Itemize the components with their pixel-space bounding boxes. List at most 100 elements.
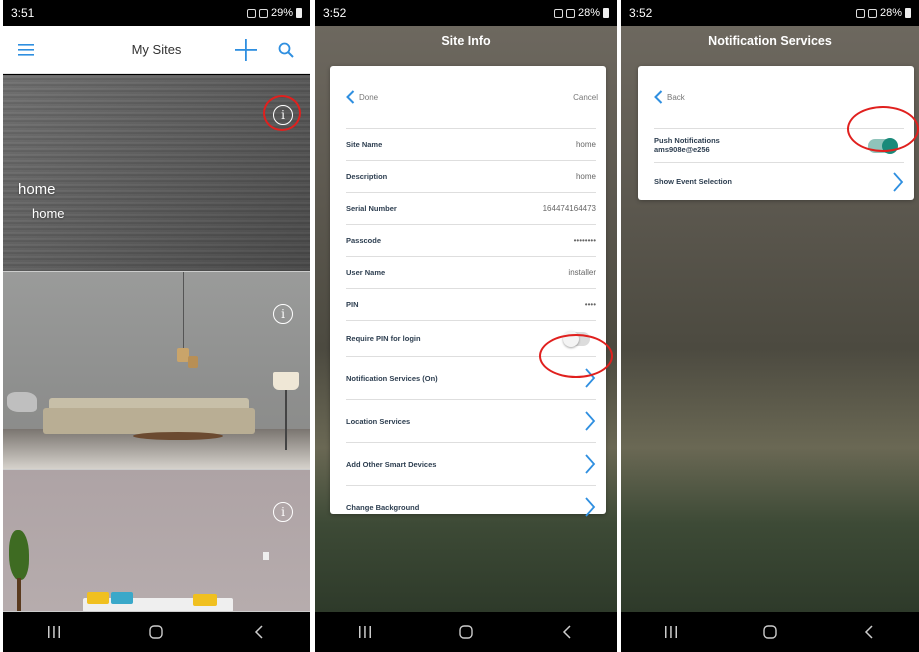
link-label: Change Background <box>346 502 420 512</box>
chevron-right-icon <box>585 411 596 431</box>
status-icons: 29% <box>246 7 302 19</box>
info-icon[interactable]: i <box>273 502 293 522</box>
floor-lamp-stand <box>285 390 287 450</box>
status-bar: 3:51 29% <box>3 0 310 26</box>
plant-image <box>7 392 37 412</box>
chevron-right-icon <box>585 454 596 474</box>
page-title: Notification Services <box>708 34 832 48</box>
add-smart-devices-link[interactable]: Add Other Smart Devices <box>346 442 596 485</box>
battery-icon <box>296 8 302 18</box>
back-button[interactable]: Back <box>654 90 685 104</box>
sofa-seat-image <box>43 408 255 434</box>
back-label: Back <box>667 92 685 102</box>
status-time: 3:52 <box>629 6 653 20</box>
android-nav-bar <box>621 612 919 652</box>
field-value: 164474164473 <box>542 204 596 213</box>
plus-icon[interactable] <box>233 37 259 63</box>
signal-icon <box>258 8 268 18</box>
status-time: 3:51 <box>11 6 35 20</box>
panel-header: Done Cancel <box>330 66 606 128</box>
field-label: Description <box>346 172 388 181</box>
cushion-image <box>111 592 133 604</box>
chevron-left-icon <box>346 90 355 104</box>
search-icon[interactable] <box>273 37 299 63</box>
battery-icon <box>905 8 911 18</box>
field-label: User Name <box>346 268 386 277</box>
battery-percent: 28% <box>577 7 600 19</box>
back-icon[interactable] <box>849 617 889 647</box>
site-card[interactable]: i <box>3 272 310 470</box>
site-name: home <box>18 181 56 198</box>
battery-icon <box>603 8 609 18</box>
battery-percent: 29% <box>270 7 293 19</box>
field-value: home <box>575 140 596 149</box>
location-services-link[interactable]: Location Services <box>346 399 596 442</box>
alarm-icon <box>553 8 563 18</box>
info-icon[interactable]: i <box>273 304 293 324</box>
back-icon[interactable] <box>547 617 587 647</box>
recent-apps-icon[interactable] <box>345 617 385 647</box>
recent-apps-icon[interactable] <box>651 617 691 647</box>
field-value: •••• <box>584 300 596 309</box>
site-info-panel: Done Cancel Site Name home Description hom… <box>330 66 606 517</box>
app-bar: My Sites <box>3 26 310 74</box>
site-description: home <box>32 206 65 221</box>
android-nav-bar <box>315 612 617 652</box>
floor-lamp-image <box>273 372 299 390</box>
field-label: PIN <box>346 300 359 309</box>
page-title: Site Info <box>441 34 491 48</box>
home-icon[interactable] <box>136 617 176 647</box>
tree-image <box>9 530 29 580</box>
home-icon[interactable] <box>750 617 790 647</box>
back-icon[interactable] <box>239 617 279 647</box>
wall-lamp-image <box>263 552 269 560</box>
coffee-table-image <box>133 432 223 440</box>
chevron-left-icon <box>654 90 663 104</box>
tree-trunk-image <box>17 578 21 611</box>
annotation-circle <box>539 334 613 378</box>
change-background-link[interactable]: Change Background <box>346 485 596 528</box>
site-info-screen: 3:52 28% Site Info Done Cancel Site Name… <box>315 0 617 652</box>
status-time: 3:52 <box>323 6 347 20</box>
site-card[interactable]: home home i <box>3 75 310 272</box>
annotation-circle <box>263 95 301 131</box>
signal-icon <box>867 8 877 18</box>
field-site-name[interactable]: Site Name home <box>346 128 596 160</box>
alarm-icon <box>246 8 256 18</box>
cancel-button[interactable]: Cancel <box>573 93 598 102</box>
status-icons: 28% <box>553 7 609 19</box>
field-label: Passcode <box>346 236 382 245</box>
field-label: Site Name <box>346 140 383 149</box>
field-value: installer <box>568 268 596 277</box>
notification-services-screen: 3:52 28% Notification Services Back Push… <box>621 0 919 652</box>
done-button[interactable]: Done <box>346 90 378 104</box>
cushion-image <box>87 592 109 604</box>
annotation-circle <box>847 106 919 152</box>
site-card[interactable]: i <box>3 470 310 612</box>
link-label: Location Services <box>346 416 411 426</box>
field-value: home <box>575 172 596 181</box>
signal-icon <box>565 8 575 18</box>
page-title: My Sites <box>131 42 182 57</box>
push-text: Push Notifications ams908e@e256 <box>654 136 720 154</box>
pendant-lamp-image <box>188 356 198 368</box>
status-bar: 3:52 28% <box>621 0 919 26</box>
pendant-wire <box>183 272 184 352</box>
field-user-name[interactable]: User Name installer <box>346 256 596 288</box>
event-selection-link[interactable]: Show Event Selection <box>654 162 904 200</box>
field-description[interactable]: Description home <box>346 160 596 192</box>
field-passcode[interactable]: Passcode •••••••• <box>346 224 596 256</box>
link-label: Notification Services (On) <box>346 373 438 383</box>
status-icons: 28% <box>855 7 911 19</box>
push-account: ams908e@e256 <box>654 144 710 154</box>
alarm-icon <box>855 8 865 18</box>
android-nav-bar <box>3 612 310 652</box>
recent-apps-icon[interactable] <box>34 617 74 647</box>
home-icon[interactable] <box>446 617 486 647</box>
battery-percent: 28% <box>879 7 902 19</box>
field-label: Serial Number <box>346 204 397 213</box>
require-pin-label: Require PIN for login <box>346 334 421 343</box>
field-pin[interactable]: PIN •••• <box>346 288 596 320</box>
field-serial-number[interactable]: Serial Number 164474164473 <box>346 192 596 224</box>
my-sites-screen: 3:51 29% My Sites home home i i i <box>3 0 310 652</box>
